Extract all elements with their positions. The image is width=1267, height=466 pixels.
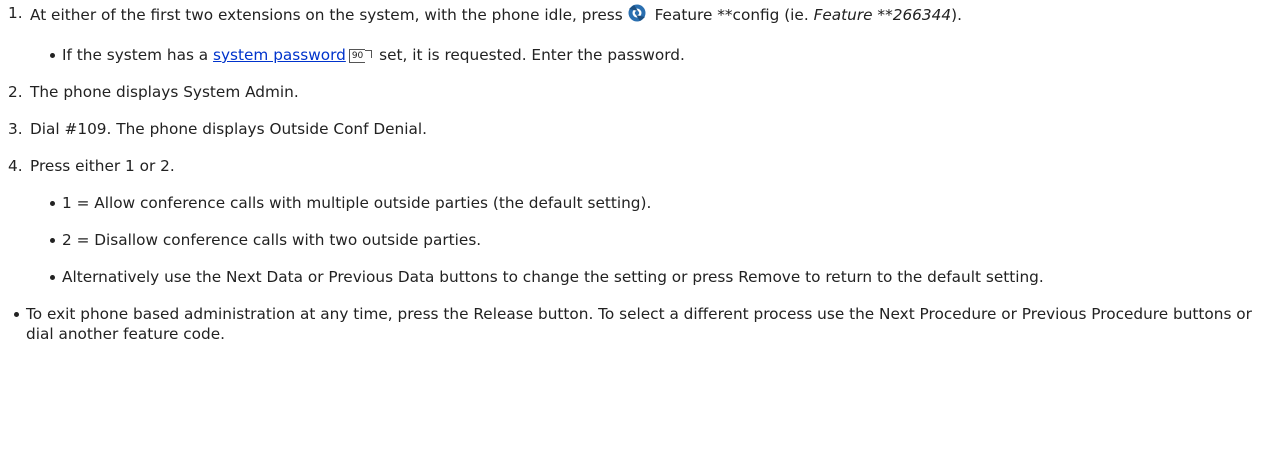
option-2-text: 2 = Disallow conference calls with two o… <box>62 231 482 249</box>
step-number: 1. <box>8 4 23 22</box>
step-3-text: Dial #109. The phone displays Outside Co… <box>30 120 427 138</box>
step-2: 2. The phone displays System Admin. <box>8 82 1258 102</box>
instruction-document: 1. At either of the first two extensions… <box>8 3 1258 344</box>
step-4: 4. Press either 1 or 2. <box>8 156 1258 176</box>
bullet-dot <box>50 201 55 206</box>
step-1-text: At either of the first two extensions on… <box>30 6 623 24</box>
password-bullet-pre: If the system has a <box>62 46 214 64</box>
step-1-end: ). <box>951 6 962 24</box>
password-bullet-post: set, it is requested. Enter the password… <box>374 46 685 64</box>
list-item: 2 = Disallow conference calls with two o… <box>8 230 1258 250</box>
bullet-dot <box>50 53 55 58</box>
list-item: 1 = Allow conference calls with multiple… <box>8 193 1258 213</box>
bullet-dot <box>14 312 19 317</box>
step-4-text: Press either 1 or 2. <box>30 157 175 175</box>
feature-key-icon <box>626 3 648 28</box>
system-password-link[interactable]: system password <box>213 46 346 64</box>
page-ref-badge[interactable]: 90 <box>348 49 366 63</box>
step-number: 4. <box>8 157 23 175</box>
step-number: 3. <box>8 120 23 138</box>
alternative-text: Alternatively use the Next Data or Previ… <box>62 268 1044 286</box>
option-1-text: 1 = Allow conference calls with multiple… <box>62 194 652 212</box>
bullet-dot <box>50 275 55 280</box>
exit-note-text: To exit phone based administration at an… <box>26 305 1252 343</box>
step-1: 1. At either of the first two extensions… <box>8 3 1258 28</box>
step-3: 3. Dial #109. The phone displays Outside… <box>8 119 1258 139</box>
step-1-example: Feature **266344 <box>813 6 952 24</box>
exit-note-bullet: To exit phone based administration at an… <box>8 304 1258 344</box>
bullet-dot <box>50 238 55 243</box>
step-2-text: The phone displays System Admin. <box>30 83 299 101</box>
list-item: Alternatively use the Next Data or Previ… <box>8 267 1258 287</box>
step-number: 2. <box>8 83 23 101</box>
step-1-feature-text: Feature **config (ie. <box>649 6 814 24</box>
password-bullet: If the system has a system password 90 se… <box>8 45 1258 65</box>
page-ref-hook-icon <box>365 50 373 58</box>
